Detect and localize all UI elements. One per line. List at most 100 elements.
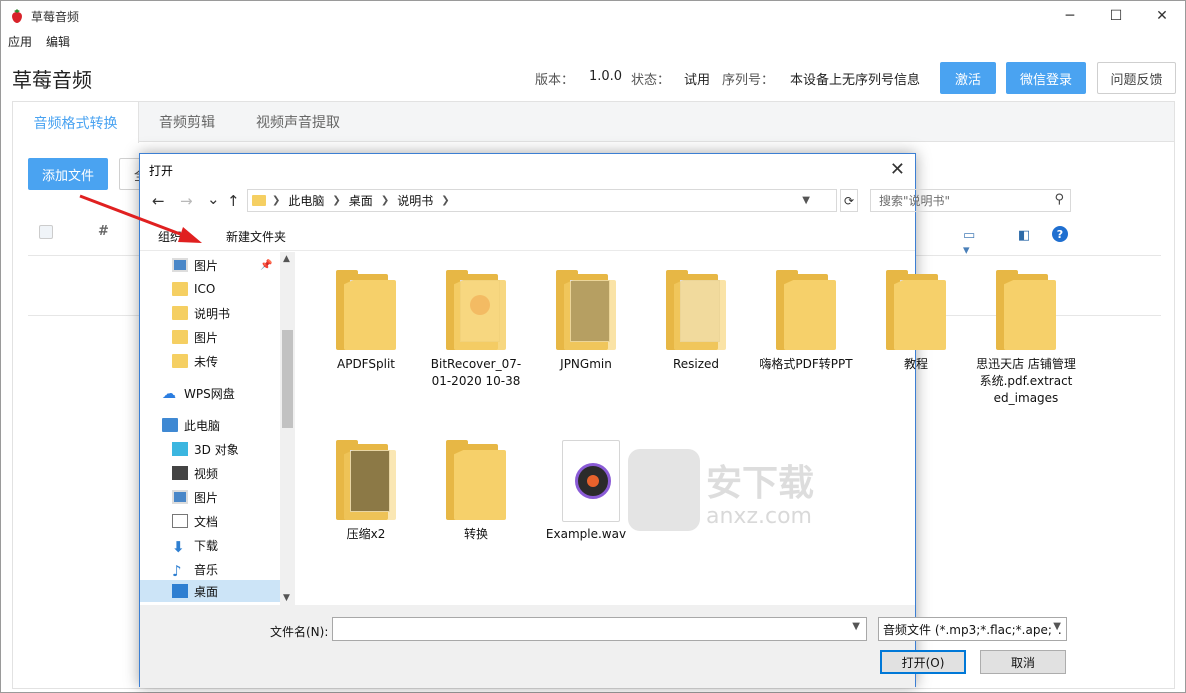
minimize-button[interactable]: ─ bbox=[1047, 1, 1093, 31]
sidebar-item-wps-cloud[interactable]: ☁ WPS网盘 bbox=[162, 382, 235, 404]
search-placeholder: 搜索"说明书" bbox=[879, 194, 951, 208]
file-item-extracted-images[interactable]: 思迅天店 店铺管理系统.pdf.extracted_images bbox=[976, 270, 1076, 407]
pin-icon: 📌 bbox=[260, 259, 273, 271]
breadcrumb-manual[interactable]: 说明书 bbox=[397, 192, 433, 209]
wechat-login-button[interactable]: 微信登录 bbox=[1006, 62, 1086, 94]
computer-icon bbox=[162, 418, 178, 432]
audio-file-icon bbox=[556, 440, 620, 522]
serial-label: 序列号： bbox=[722, 73, 775, 88]
watermark-text: 安下载 bbox=[706, 463, 815, 504]
sidebar-item-pictures[interactable]: 图片 bbox=[172, 486, 218, 508]
dialog-footer: 文件名(N): ▼ 音频文件 (*.mp3;*.flac;*.ape;*. ▼ … bbox=[140, 605, 1067, 688]
folder-icon bbox=[776, 270, 836, 350]
picture-icon bbox=[172, 258, 188, 272]
help-icon[interactable]: ? bbox=[1052, 226, 1068, 242]
feedback-button[interactable]: 问题反馈 bbox=[1097, 62, 1176, 94]
breadcrumb-this-pc[interactable]: 此电脑 bbox=[288, 192, 324, 209]
select-all-checkbox[interactable] bbox=[39, 225, 53, 239]
search-input[interactable]: 搜索"说明书" ⚲ bbox=[870, 189, 1071, 212]
open-file-dialog: 打开 ✕ ← → ⌄ ↑ ❯ 此电脑 ❯ 桌面 ❯ 说明书 ❯ ▼ ⟳ 搜索"说… bbox=[139, 153, 1076, 688]
menu-item-edit[interactable]: 编辑 bbox=[46, 33, 70, 53]
folder-icon bbox=[172, 330, 188, 344]
file-item-example-wav[interactable]: Example.wav bbox=[536, 440, 636, 543]
menu-bar: 应用 编辑 bbox=[1, 33, 70, 53]
file-item-convert[interactable]: 转换 bbox=[426, 440, 526, 543]
file-item-resized[interactable]: Resized bbox=[646, 270, 746, 373]
sidebar-item-desktop[interactable]: 桌面 bbox=[140, 580, 280, 602]
scroll-up-icon[interactable]: ▲ bbox=[283, 254, 290, 264]
sidebar-item-pictures-folder[interactable]: 图片 bbox=[172, 326, 218, 348]
refresh-button[interactable]: ⟳ bbox=[840, 189, 858, 212]
cancel-button[interactable]: 取消 bbox=[980, 650, 1066, 674]
chevron-down-icon[interactable]: ▼ bbox=[1051, 621, 1061, 632]
sidebar-item-unsent[interactable]: 未传 bbox=[172, 350, 218, 372]
dialog-toolbar: 组织 ▾ 新建文件夹 ▭ ▾ ◧ ? bbox=[140, 222, 1068, 258]
file-item-apdfsplit[interactable]: APDFSplit bbox=[316, 270, 416, 373]
watermark-logo-icon bbox=[628, 449, 700, 531]
activate-button[interactable]: 激活 bbox=[940, 62, 996, 94]
sidebar-item-videos[interactable]: 视频 bbox=[172, 462, 218, 484]
status-label: 状态： bbox=[631, 73, 671, 88]
scrollbar-thumb[interactable] bbox=[282, 330, 293, 428]
folder-icon bbox=[446, 270, 506, 350]
file-item-compress-x2[interactable]: 压缩x2 bbox=[316, 440, 416, 543]
breadcrumb-desktop[interactable]: 桌面 bbox=[349, 192, 373, 209]
window-title: 草莓音频 bbox=[31, 10, 80, 24]
sidebar-item-3d-objects[interactable]: 3D 对象 bbox=[172, 438, 239, 460]
sidebar-item-manual[interactable]: 说明书 bbox=[172, 302, 230, 324]
index-column-header: # bbox=[98, 224, 109, 239]
sidebar-item-downloads[interactable]: ⬇ 下载 bbox=[172, 534, 218, 556]
back-button[interactable]: ← bbox=[152, 192, 165, 210]
preview-pane-icon[interactable]: ◧ bbox=[1018, 228, 1030, 243]
film-icon bbox=[172, 466, 188, 480]
open-button[interactable]: 打开(O) bbox=[880, 650, 966, 674]
file-item-tutorial[interactable]: 教程 bbox=[866, 270, 966, 373]
sidebar-item-documents[interactable]: 文档 bbox=[172, 510, 218, 532]
file-item-bitrecover[interactable]: BitRecover_07-01-2020 10-38 bbox=[426, 270, 526, 390]
tab-audio-edit[interactable]: 音频剪辑 bbox=[139, 102, 235, 142]
chevron-down-icon[interactable]: ▼ bbox=[802, 195, 810, 206]
tab-audio-convert[interactable]: 音频格式转换 bbox=[13, 102, 139, 143]
filename-input[interactable]: ▼ bbox=[332, 617, 867, 641]
version-label: 版本： bbox=[535, 73, 575, 88]
document-icon bbox=[172, 514, 188, 528]
folder-icon bbox=[252, 195, 266, 206]
add-file-button[interactable]: 添加文件 bbox=[28, 158, 108, 190]
forward-button[interactable]: → bbox=[180, 192, 193, 210]
folder-icon bbox=[172, 354, 188, 368]
chevron-down-icon[interactable]: ▼ bbox=[852, 621, 860, 632]
file-type-filter[interactable]: 音频文件 (*.mp3;*.flac;*.ape;*. ▼ bbox=[878, 617, 1067, 641]
app-heading: 草莓音频 bbox=[12, 68, 92, 92]
status-value: 试用 bbox=[684, 73, 711, 88]
sidebar-item-ico[interactable]: ICO bbox=[172, 278, 215, 300]
dialog-close-button[interactable]: ✕ bbox=[890, 159, 905, 180]
up-button[interactable]: ↑ bbox=[227, 192, 240, 210]
download-icon: ⬇ bbox=[172, 538, 185, 556]
title-bar: 草莓音频 ─ ☐ ✕ bbox=[1, 1, 1185, 31]
folder-icon bbox=[172, 306, 188, 320]
folder-icon bbox=[556, 270, 616, 350]
tab-video-audio-extract[interactable]: 视频声音提取 bbox=[239, 102, 357, 142]
picture-icon bbox=[172, 490, 188, 504]
file-item-pdf-to-ppt[interactable]: 嗨格式PDF转PPT bbox=[756, 270, 856, 373]
new-folder-button[interactable]: 新建文件夹 bbox=[226, 228, 286, 245]
navigation-pane: 图片 📌 ICO 说明书 图片 未传 ☁ WPS网盘 此电脑 3D 对象 视频 图片… bbox=[140, 252, 295, 605]
address-bar[interactable]: ❯ 此电脑 ❯ 桌面 ❯ 说明书 ❯ ▼ bbox=[247, 189, 837, 212]
close-window-button[interactable]: ✕ bbox=[1139, 1, 1185, 31]
recent-locations-button[interactable]: ⌄ bbox=[207, 190, 220, 208]
sidebar-item-this-pc[interactable]: 此电脑 bbox=[162, 414, 220, 436]
scroll-down-icon[interactable]: ▼ bbox=[283, 593, 290, 603]
sidebar-item-pictures-quick[interactable]: 图片 📌 bbox=[172, 254, 280, 276]
file-item-jpngmin[interactable]: JPNGmin bbox=[536, 270, 636, 373]
organize-button[interactable]: 组织 ▾ bbox=[158, 228, 192, 245]
sidebar-scrollbar[interactable]: ▲ ▼ bbox=[280, 252, 295, 605]
sidebar-item-music[interactable]: ♪ 音乐 bbox=[172, 558, 218, 580]
menu-item-app[interactable]: 应用 bbox=[8, 33, 32, 53]
folder-icon bbox=[446, 440, 506, 520]
view-options-icon[interactable]: ▭ ▾ bbox=[963, 228, 975, 258]
tab-bar: 音频格式转换 音频剪辑 视频声音提取 bbox=[13, 102, 1174, 143]
folder-icon bbox=[666, 270, 726, 350]
cloud-icon: ☁ bbox=[162, 386, 176, 402]
watermark-url: anxz.com bbox=[706, 504, 812, 529]
maximize-button[interactable]: ☐ bbox=[1093, 1, 1139, 31]
